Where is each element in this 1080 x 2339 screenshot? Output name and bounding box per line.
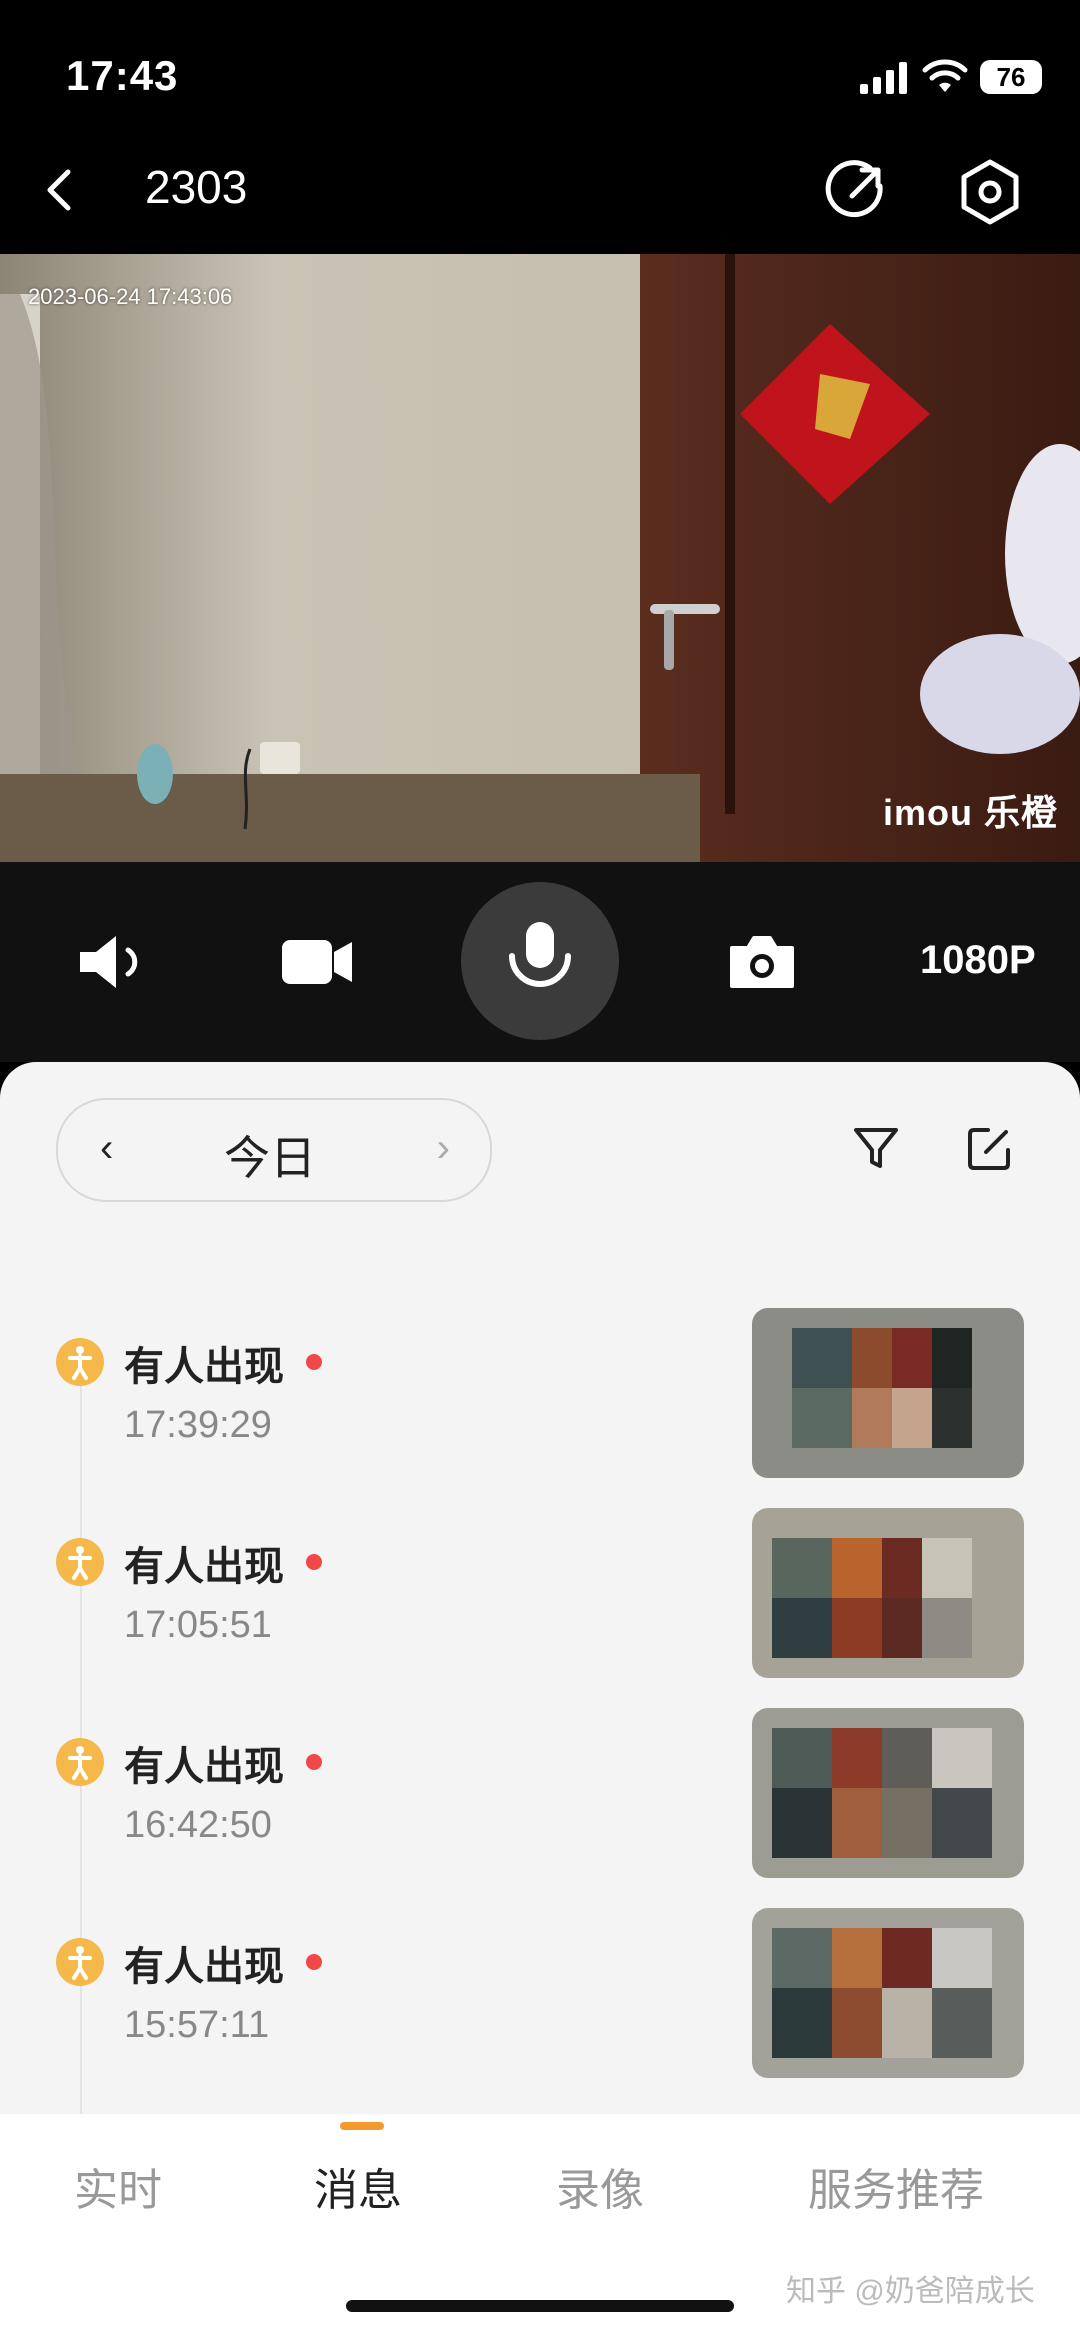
event-item[interactable]: 有人出现 17:05:51	[0, 1508, 1080, 1718]
settings-icon[interactable]	[954, 156, 1026, 228]
home-indicator[interactable]	[346, 2300, 734, 2312]
nav-bar: 2303	[0, 130, 1080, 254]
event-thumbnail[interactable]	[752, 1708, 1024, 1878]
edit-icon[interactable]	[966, 1124, 1014, 1172]
imou-logo: imou 乐橙	[883, 792, 1058, 833]
share-icon[interactable]	[822, 158, 890, 226]
resolution-toggle[interactable]: 1080P	[920, 938, 1036, 983]
event-time: 16:42:50	[124, 1804, 272, 1846]
event-title: 有人出现	[124, 1945, 284, 1989]
event-time: 17:05:51	[124, 1604, 272, 1646]
microphone-icon	[509, 922, 571, 987]
event-item[interactable]: 有人出现 15:57:11	[0, 1908, 1080, 2118]
event-item[interactable]: 有人出现 17:39:29	[0, 1308, 1080, 1518]
device-title: 2303	[145, 161, 248, 213]
tab-services[interactable]: 服务推荐	[808, 2154, 984, 2218]
next-date-button[interactable]: ›	[437, 1126, 450, 1171]
video-frame	[0, 254, 1080, 862]
event-item[interactable]: 有人出现 16:42:50	[0, 1708, 1080, 1918]
person-icon	[56, 1538, 104, 1586]
back-icon[interactable]	[30, 160, 90, 220]
event-thumbnail[interactable]	[752, 1908, 1024, 2078]
video-timestamp: 2023-06-24 17:43:06	[28, 284, 233, 309]
unread-dot	[306, 1754, 322, 1770]
live-video[interactable]: 2023-06-24 17:43:06 imou 乐橙	[0, 254, 1080, 862]
event-title: 有人出现	[124, 1545, 284, 1589]
signal-icon	[860, 62, 907, 94]
active-tab-indicator	[340, 2122, 384, 2130]
event-title: 有人出现	[124, 1745, 284, 1789]
person-icon	[56, 1938, 104, 1986]
bottom-tab-bar: 实时 消息 录像 服务推荐 知乎 @奶爸陪成长	[0, 2114, 1080, 2339]
watermark: 知乎 @奶爸陪成长	[786, 2275, 1035, 2308]
video-controls: 1080P	[0, 862, 1080, 1062]
event-thumbnail[interactable]	[752, 1508, 1024, 1678]
unread-dot	[306, 1954, 322, 1970]
event-title: 有人出现	[124, 1345, 284, 1389]
status-time: 17:43	[66, 52, 179, 99]
prev-date-button[interactable]: ‹	[100, 1126, 113, 1171]
status-bar: 17:43 76	[0, 0, 1080, 130]
event-thumbnail[interactable]	[752, 1308, 1024, 1478]
person-icon	[56, 1738, 104, 1786]
event-time: 17:39:29	[124, 1404, 272, 1446]
battery-indicator: 76	[980, 60, 1042, 94]
wifi-icon	[922, 59, 968, 92]
unread-dot	[306, 1554, 322, 1570]
speaker-icon[interactable]	[76, 932, 152, 992]
talk-button[interactable]	[461, 882, 619, 1040]
date-label[interactable]: 今日	[224, 1122, 316, 1188]
tab-messages[interactable]: 消息	[314, 2154, 402, 2218]
record-icon[interactable]	[280, 936, 354, 988]
camera-icon[interactable]	[728, 934, 796, 990]
date-selector: ‹ 今日 ›	[56, 1098, 492, 1202]
tab-recordings[interactable]: 录像	[556, 2154, 644, 2218]
person-icon	[56, 1338, 104, 1386]
unread-dot	[306, 1354, 322, 1370]
tab-live[interactable]: 实时	[74, 2154, 162, 2218]
event-time: 15:57:11	[124, 2004, 270, 2046]
filter-icon[interactable]	[852, 1124, 900, 1172]
